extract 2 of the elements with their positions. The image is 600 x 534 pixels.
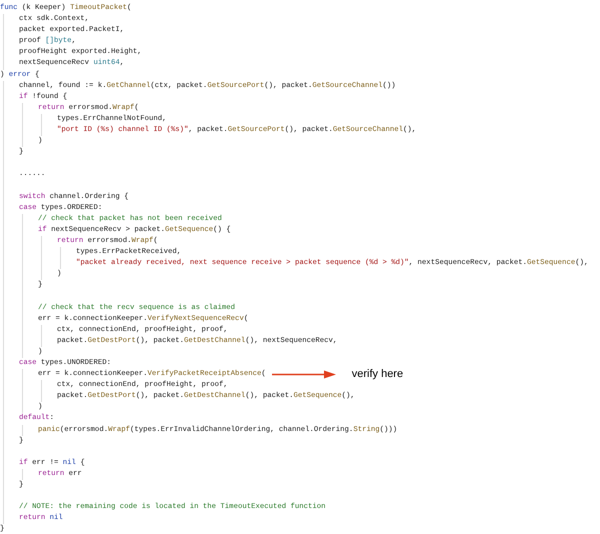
arrow-icon bbox=[272, 370, 336, 380]
annotation-label: verify here bbox=[352, 369, 404, 380]
